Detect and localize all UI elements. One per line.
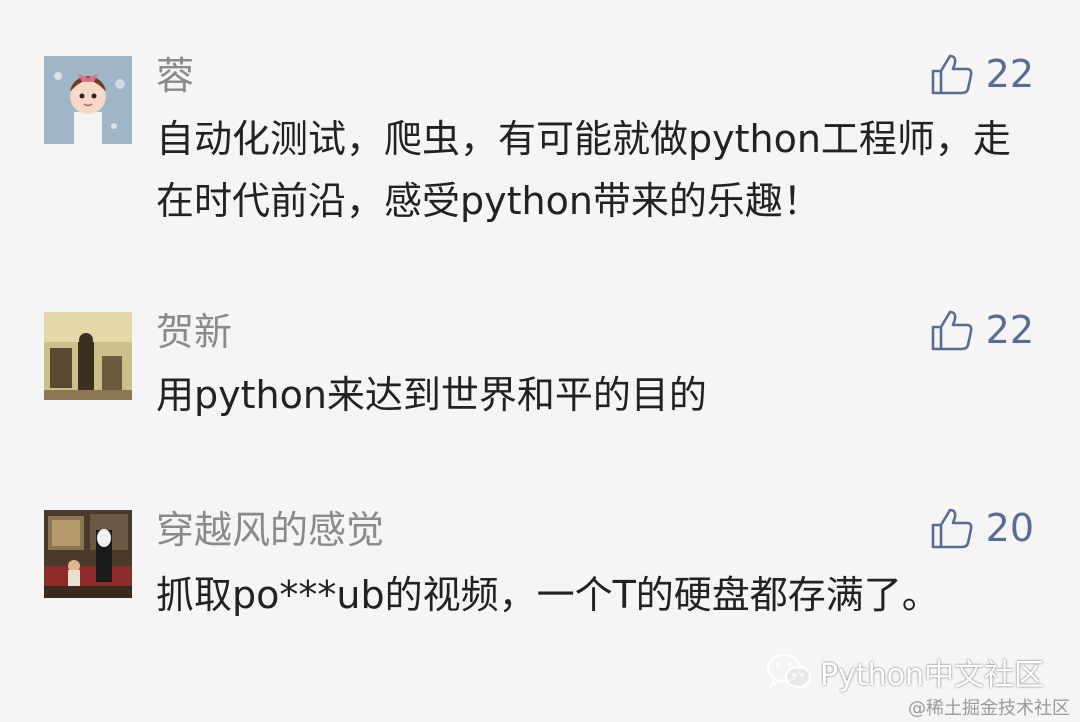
thumbs-up-icon bbox=[931, 54, 973, 95]
thumbs-up-icon bbox=[931, 508, 973, 549]
comment-item: 蓉 自动化测试，爬虫，有可能就做python工程师，走在时代前沿，感受pytho… bbox=[0, 0, 1080, 260]
like-button[interactable]: 22 bbox=[930, 308, 1034, 352]
watermark-label: Python中文社区 bbox=[820, 658, 1044, 693]
source-attribution: @稀土掘金技术社区 bbox=[908, 698, 1070, 719]
comment-text: 用python来达到世界和平的目的 bbox=[156, 373, 707, 417]
avatar[interactable] bbox=[44, 510, 132, 598]
wechat-icon bbox=[766, 653, 812, 689]
like-count: 22 bbox=[985, 52, 1034, 96]
comment-item: 贺新 用python来达到世界和平的目的 22 bbox=[0, 260, 1080, 480]
comment-username[interactable]: 穿越风的感觉 bbox=[156, 508, 384, 552]
avatar[interactable] bbox=[44, 56, 132, 144]
thumbs-up-icon bbox=[931, 310, 973, 351]
like-count: 22 bbox=[985, 308, 1034, 352]
comment-username[interactable]: 蓉 bbox=[156, 54, 194, 98]
like-button[interactable]: 20 bbox=[930, 506, 1034, 550]
comment-text: 抓取po***ub的视频，一个T的硬盘都存满了。 bbox=[156, 573, 940, 617]
comment-text: 自动化测试，爬虫，有可能就做python工程师，走在时代前沿，感受python带… bbox=[156, 117, 1011, 223]
like-button[interactable]: 22 bbox=[930, 52, 1034, 96]
comment-username[interactable]: 贺新 bbox=[156, 310, 232, 354]
avatar[interactable] bbox=[44, 312, 132, 400]
like-count: 20 bbox=[985, 506, 1034, 550]
watermark: Python中文社区 bbox=[766, 650, 1044, 694]
